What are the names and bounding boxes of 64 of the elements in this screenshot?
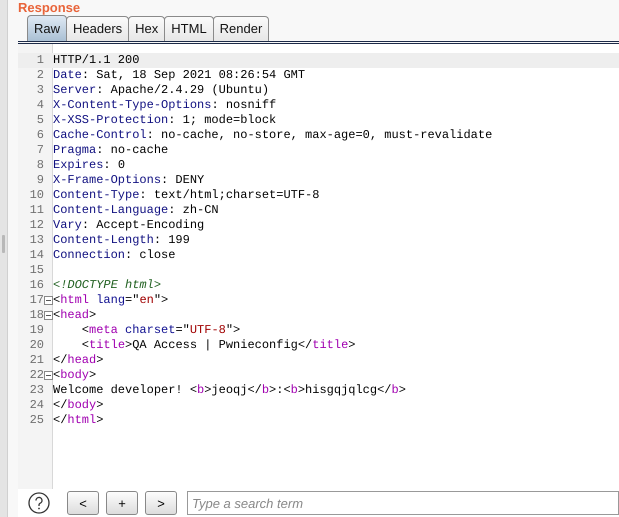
line-number: 10 (28, 188, 44, 203)
code-line: Server: Apache/2.4.29 (Ubuntu) (53, 83, 270, 98)
code-line: Content-Type: text/html;charset=UTF-8 (53, 188, 320, 203)
line-number: 4 (36, 98, 44, 113)
code-line: <!DOCTYPE html> (53, 278, 162, 293)
line-number: 1 (36, 53, 44, 68)
code-line: </html> (53, 413, 104, 428)
line-number: 12 (28, 218, 44, 233)
line-number: 17 (28, 293, 44, 308)
line-number: 19 (28, 323, 44, 338)
code-line: Expires: 0 (53, 158, 126, 173)
tab[interactable]: HTML (164, 16, 214, 41)
line-number: 13 (28, 233, 44, 248)
code-line: Content-Length: 199 (53, 233, 190, 248)
line-number: 7 (36, 143, 44, 158)
code-line: X-Content-Type-Options: nosniff (53, 98, 276, 113)
search-field[interactable]: Type a search term (187, 491, 619, 515)
line-number: 16 (28, 278, 44, 293)
tab[interactable]: Hex (128, 16, 166, 41)
line-number: 3 (36, 83, 44, 98)
code-line: Connection: close (53, 248, 176, 263)
nav-button[interactable]: > (145, 491, 177, 515)
line-number: 15 (28, 263, 44, 278)
splitter-grip[interactable] (2, 234, 5, 252)
help-icon[interactable] (28, 492, 50, 514)
code-line: <body> (53, 368, 96, 383)
tab[interactable]: Headers (66, 16, 130, 41)
code-line: <html lang="en"> (53, 293, 168, 308)
code-line: Welcome developer! <b>jeoqj</b>:<b>hisgqjqlcg</b> (53, 383, 406, 398)
tab[interactable]: Render (212, 16, 270, 41)
code-line: <head> (53, 308, 96, 323)
line-number: 24 (28, 398, 44, 413)
line-number: 6 (36, 128, 44, 143)
code-line: Content-Language: zh-CN (53, 203, 219, 218)
line-number: 21 (28, 353, 44, 368)
line-number: 20 (28, 338, 44, 353)
code-line: Pragma: no-cache (53, 143, 168, 158)
panel-title: Response (18, 1, 82, 16)
line-number: 8 (36, 158, 44, 173)
nav-button[interactable]: < (67, 491, 99, 515)
code-line: HTTP/1.1 200 (53, 53, 140, 68)
tab[interactable]: Raw (27, 15, 68, 41)
line-number: 22 (28, 368, 44, 383)
nav-button[interactable]: + (106, 491, 138, 515)
code-line: </head> (53, 353, 104, 368)
code-line: Date: Sat, 18 Sep 2021 08:26:54 GMT (53, 68, 306, 83)
line-number: 11 (28, 203, 44, 218)
line-number: 5 (36, 113, 44, 128)
code-line: Cache-Control: no-cache, no-store, max-age=0, must-revalidate (53, 128, 492, 143)
code-line: <title>QA Access | Pwnieconfig</title> (80, 338, 356, 353)
code-line: Vary: Accept-Encoding (53, 218, 204, 233)
line-number: 14 (28, 248, 44, 263)
code-line: <meta charset="UTF-8"> (80, 323, 240, 338)
line-number: 9 (36, 173, 44, 188)
collapse-icon[interactable] (44, 296, 53, 305)
line-number: 25 (28, 413, 44, 428)
code-line: </body> (53, 398, 104, 413)
collapse-icon[interactable] (44, 371, 53, 380)
code-line: X-XSS-Protection: 1; mode=block (53, 113, 276, 128)
line-number: 18 (28, 308, 44, 323)
line-number: 2 (36, 68, 44, 83)
collapse-icon[interactable] (44, 311, 53, 320)
code-line: X-Frame-Options: DENY (53, 173, 204, 188)
line-number: 23 (28, 383, 44, 398)
